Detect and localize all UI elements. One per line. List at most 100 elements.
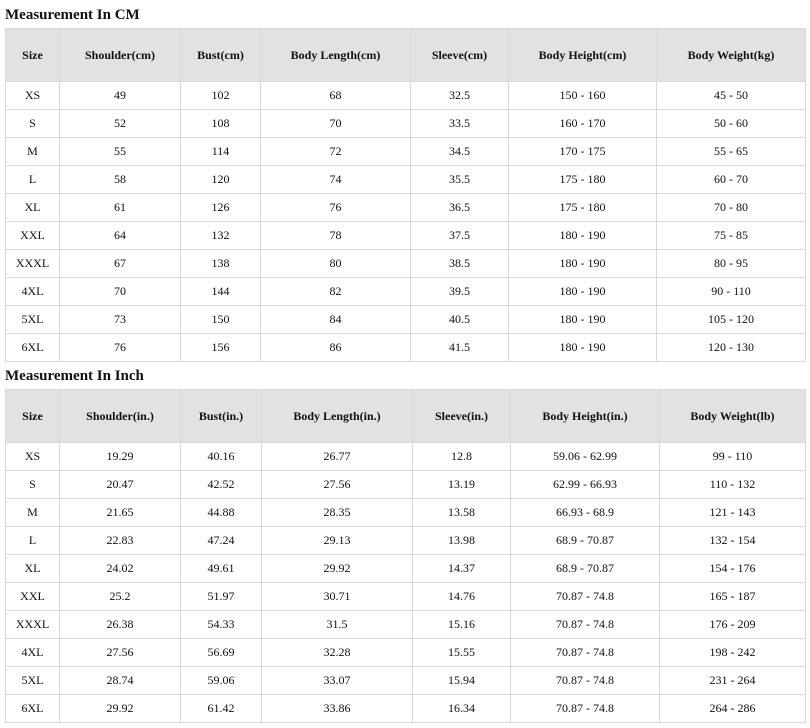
measurement-cell: 21.65 [59, 498, 181, 527]
table-row: M 55 114 72 34.5 170 - 175 55 - 65 [5, 137, 806, 166]
measurement-cell: 29.92 [59, 694, 181, 723]
table-row: XXXL 67 138 80 38.5 180 - 190 80 - 95 [5, 249, 806, 278]
measurement-cell: 13.98 [412, 526, 511, 555]
measurement-cell: 56.69 [180, 638, 262, 667]
measurement-cell: 29.92 [261, 554, 413, 583]
size-label-cell: S [5, 470, 60, 499]
measurement-cell: 12.8 [412, 442, 511, 471]
table-row: M 21.65 44.88 28.35 13.58 66.93 - 68.9 121 - 1… [5, 498, 806, 527]
measurement-cell: 66.93 - 68.9 [510, 498, 660, 527]
column-header: Shoulder(in.) [59, 389, 181, 443]
measurement-cell: 24.02 [59, 554, 181, 583]
measurement-cell: 198 - 242 [659, 638, 806, 667]
measurement-cell: 55 - 65 [656, 137, 806, 166]
measurement-cell: 51.97 [180, 582, 262, 611]
size-label-cell: 4XL [5, 277, 60, 306]
measurement-cell: 25.2 [59, 582, 181, 611]
table-row: XS 19.29 40.16 26.77 12.8 59.06 - 62.99 99 - 1… [5, 442, 806, 471]
table-row: XL 24.02 49.61 29.92 14.37 68.9 - 70.87 154 - … [5, 554, 806, 583]
measurement-cell: 82 [260, 277, 411, 306]
measurement-cell: 26.38 [59, 610, 181, 639]
table-row: XS 49 102 68 32.5 150 - 160 45 - 50 [5, 81, 806, 110]
measurement-cell: 180 - 190 [508, 221, 657, 250]
size-label-cell: XXL [5, 221, 60, 250]
measurement-cell: 175 - 180 [508, 193, 657, 222]
column-header: Bust(in.) [180, 389, 262, 443]
size-label-cell: XS [5, 81, 60, 110]
measurement-cell: 32.5 [410, 81, 509, 110]
table-row: 4XL 70 144 82 39.5 180 - 190 90 - 110 [5, 277, 806, 306]
measurement-cell: 50 - 60 [656, 109, 806, 138]
measurement-cell: 42.52 [180, 470, 262, 499]
measurement-cell: 28.35 [261, 498, 413, 527]
measurement-cell: 70 - 80 [656, 193, 806, 222]
measurement-cell: 62.99 - 66.93 [510, 470, 660, 499]
size-label-cell: XL [5, 554, 60, 583]
measurement-cell: 70.87 - 74.8 [510, 610, 660, 639]
measurement-cell: 61 [59, 193, 181, 222]
measurement-cell: 105 - 120 [656, 305, 806, 334]
measurement-cell: 16.34 [412, 694, 511, 723]
table-row: S 52 108 70 33.5 160 - 170 50 - 60 [5, 109, 806, 138]
size-label-cell: 5XL [5, 666, 60, 695]
measurement-cell: 160 - 170 [508, 109, 657, 138]
measurement-cell: 68 [260, 81, 411, 110]
measurement-cell: 72 [260, 137, 411, 166]
measurement-cell: 29.13 [261, 526, 413, 555]
column-header: Sleeve(cm) [410, 28, 509, 82]
column-header: Body Length(cm) [260, 28, 411, 82]
size-label-cell: XXXL [5, 249, 60, 278]
size-label-cell: XXXL [5, 610, 60, 639]
measurement-cell: 41.5 [410, 333, 509, 362]
measurement-cell: 126 [180, 193, 261, 222]
measurement-cell: 154 - 176 [659, 554, 806, 583]
table-row: XXL 25.2 51.97 30.71 14.76 70.87 - 74.8 165 - … [5, 582, 806, 611]
measurement-cell: 35.5 [410, 165, 509, 194]
table-row: XXXL 26.38 54.33 31.5 15.16 70.87 - 74.8 176 -… [5, 610, 806, 639]
measurement-cell: 14.37 [412, 554, 511, 583]
measurement-cell: 22.83 [59, 526, 181, 555]
measurement-cell: 61.42 [180, 694, 262, 723]
table-row: 6XL 29.92 61.42 33.86 16.34 70.87 - 74.8 264 -… [5, 694, 806, 723]
measurement-cell: 80 - 95 [656, 249, 806, 278]
measurement-cell: 99 - 110 [659, 442, 806, 471]
measurement-cell: 39.5 [410, 277, 509, 306]
size-label-cell: M [5, 137, 60, 166]
measurement-cell: 13.19 [412, 470, 511, 499]
size-label-cell: M [5, 498, 60, 527]
measurement-cell: 86 [260, 333, 411, 362]
size-label-cell: 4XL [5, 638, 60, 667]
measurement-cell: 33.5 [410, 109, 509, 138]
measurement-cell: 34.5 [410, 137, 509, 166]
measurement-cell: 75 - 85 [656, 221, 806, 250]
measurement-cell: 132 [180, 221, 261, 250]
column-header: Size [5, 389, 60, 443]
size-label-cell: L [5, 526, 60, 555]
measurement-cell: 15.55 [412, 638, 511, 667]
measurement-cell: 14.76 [412, 582, 511, 611]
measurement-cell: 36.5 [410, 193, 509, 222]
measurement-cell: 150 [180, 305, 261, 334]
measurement-cell: 49.61 [180, 554, 262, 583]
measurement-cell: 76 [260, 193, 411, 222]
measurement-cell: 44.88 [180, 498, 262, 527]
measurement-cell: 59.06 [180, 666, 262, 695]
measurement-cell: 26.77 [261, 442, 413, 471]
measurement-cell: 102 [180, 81, 261, 110]
column-header: Bust(cm) [180, 28, 261, 82]
measurement-cell: 70.87 - 74.8 [510, 694, 660, 723]
measurement-cell: 73 [59, 305, 181, 334]
table-row: XXL 64 132 78 37.5 180 - 190 75 - 85 [5, 221, 806, 250]
column-header: Body Height(cm) [508, 28, 657, 82]
table-row: 5XL 28.74 59.06 33.07 15.94 70.87 - 74.8 231 -… [5, 666, 806, 695]
measurement-cell: 33.86 [261, 694, 413, 723]
measurement-cell: 60 - 70 [656, 165, 806, 194]
measurement-cell: 40.5 [410, 305, 509, 334]
measurement-cell: 76 [59, 333, 181, 362]
measurement-cell: 120 [180, 165, 261, 194]
measurement-cell: 156 [180, 333, 261, 362]
table-row: S 20.47 42.52 27.56 13.19 62.99 - 66.93 110 - … [5, 470, 806, 499]
measurement-cell: 70.87 - 74.8 [510, 638, 660, 667]
measurement-cell: 47.24 [180, 526, 262, 555]
size-label-cell: XXL [5, 582, 60, 611]
